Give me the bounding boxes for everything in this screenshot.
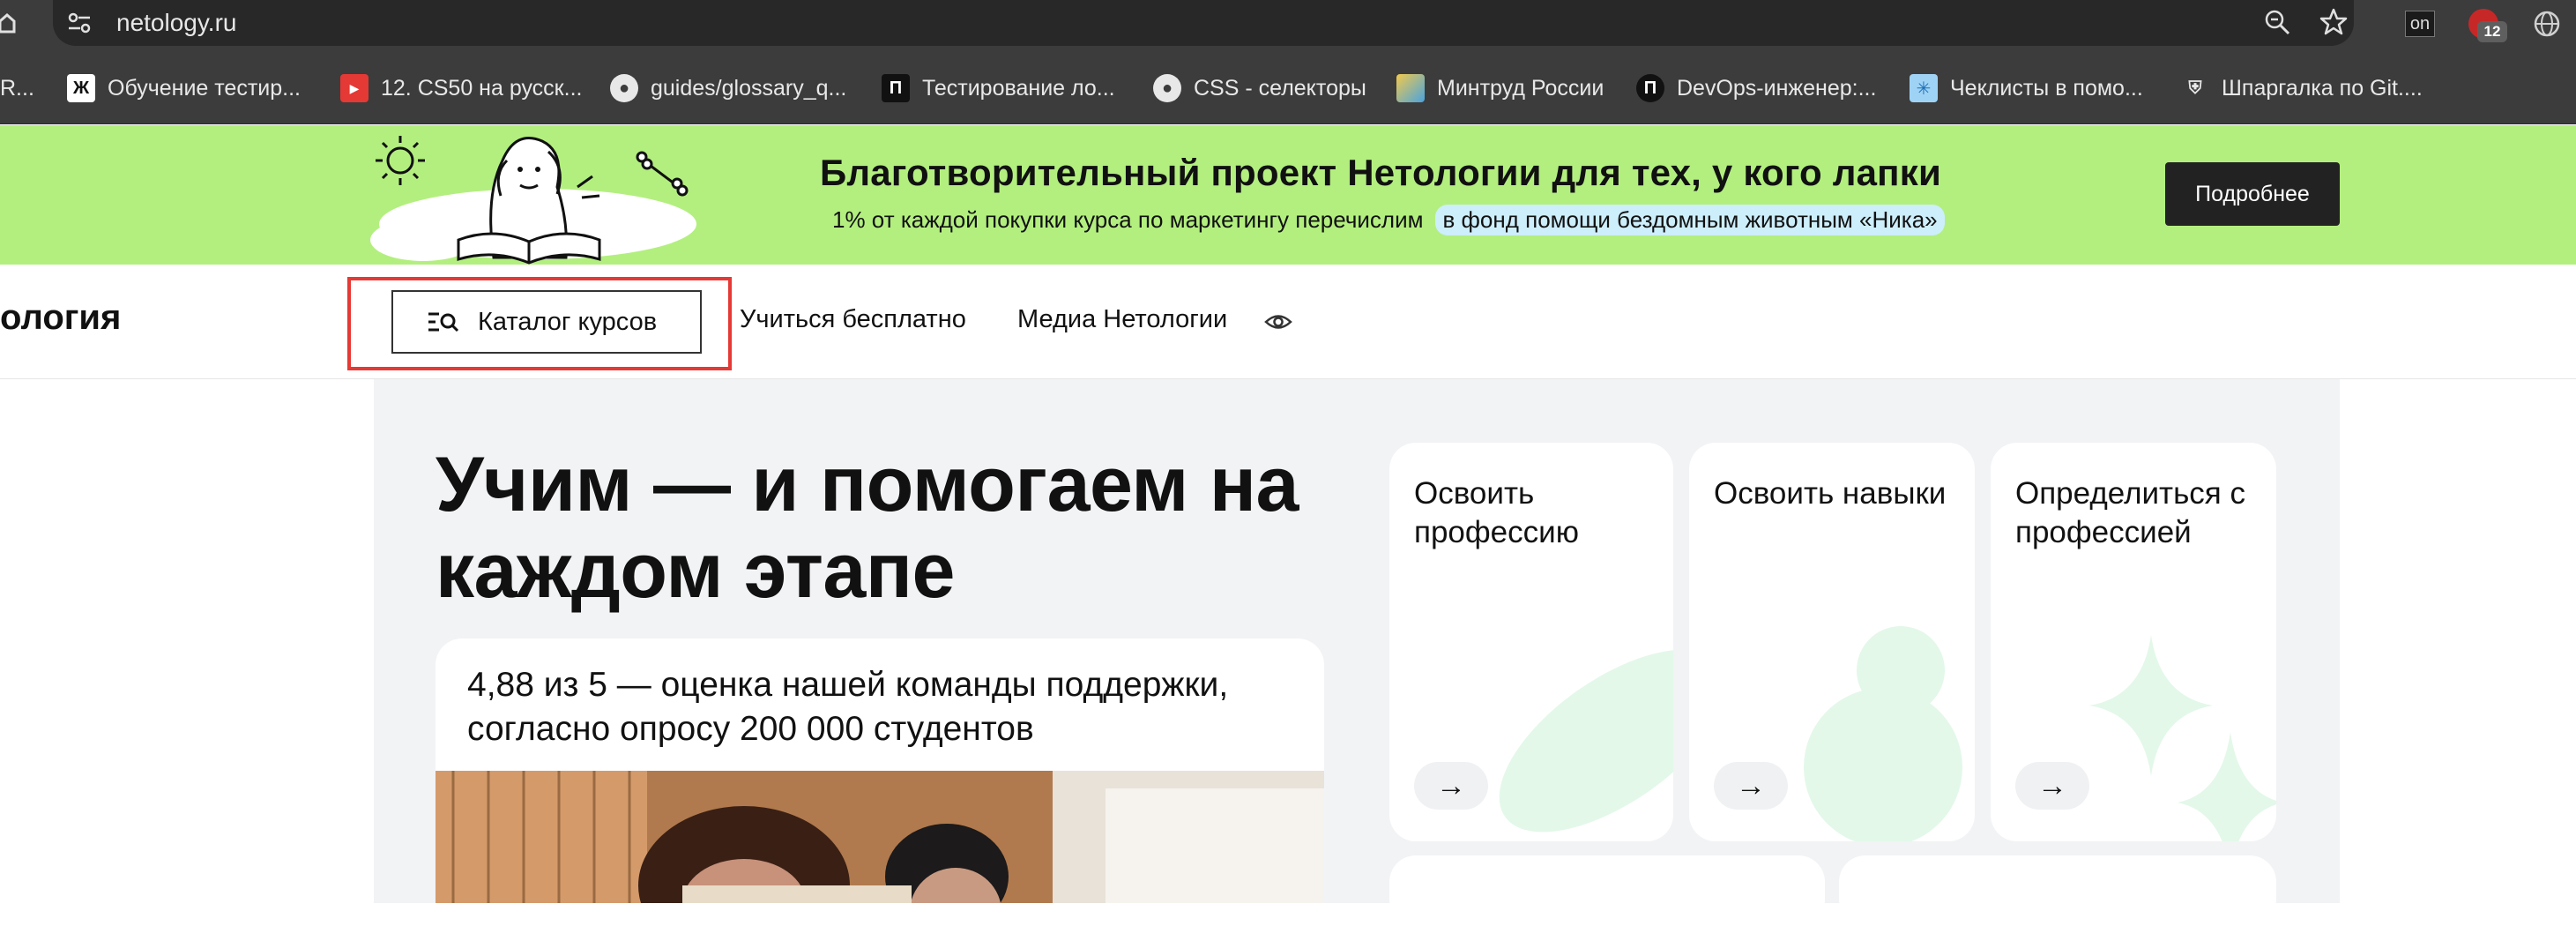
promo-highlight-link[interactable]: в фонд помощи бездомным животным «Ника» xyxy=(1435,205,1945,235)
promo-subtitle: 1% от каждой покупки курса по маркетингу… xyxy=(832,205,1945,235)
promo-title: Благотворительный проект Нетологии для т… xyxy=(820,152,1941,193)
promo-subtitle-text: 1% от каждой покупки курса по маркетингу… xyxy=(832,206,1424,233)
card-partial[interactable] xyxy=(1839,855,2276,926)
bookmark-item[interactable]: ⛨ Шпаргалка по Git.... xyxy=(2181,71,2423,106)
card-decoration xyxy=(1499,649,1673,833)
mintrud-icon xyxy=(1396,74,1425,102)
bookmark-item[interactable]: Ж Обучение тестир... xyxy=(67,71,301,106)
dog-reading-illustration xyxy=(370,136,696,265)
bookmark-favicon-icon: Ж xyxy=(67,74,95,102)
card-partial[interactable] xyxy=(1389,855,1825,926)
bookmark-favicon-icon: Π xyxy=(1636,74,1664,102)
catalog-button[interactable]: Каталог курсов xyxy=(391,290,702,354)
bookmark-star-icon[interactable] xyxy=(2319,7,2349,37)
bookmark-item[interactable]: ● guides/glossary_q... xyxy=(610,71,846,106)
globe-icon[interactable] xyxy=(2532,9,2562,39)
catalog-search-icon xyxy=(428,312,459,332)
bookmark-item[interactable]: Минтруд России xyxy=(1396,71,1604,106)
bookmark-item[interactable]: ▶ 12. CS50 на русск... xyxy=(340,71,582,106)
bookmark-item[interactable]: R... xyxy=(0,71,34,106)
card-title: Освоить навыки xyxy=(1714,476,1947,511)
home-icon[interactable] xyxy=(0,11,18,35)
catalog-button-label: Каталог курсов xyxy=(478,307,658,336)
bookmark-favicon-icon: ✳ xyxy=(1910,74,1938,102)
eye-icon[interactable] xyxy=(1264,309,1292,335)
zoom-icon[interactable] xyxy=(2262,7,2292,37)
bookmark-item[interactable]: Π Тестирование ло... xyxy=(882,71,1115,106)
address-bar[interactable] xyxy=(53,0,2354,46)
youtube-icon: ▶ xyxy=(340,74,369,102)
site-logo[interactable]: ология xyxy=(0,298,121,338)
card-title: Определиться с профессией xyxy=(2015,476,2245,549)
github-icon: ● xyxy=(610,74,638,102)
bookmark-item[interactable]: ● CSS - селекторы xyxy=(1153,71,1366,106)
bookmark-item[interactable]: ✳ Чеклисты в помо... xyxy=(1910,71,2143,106)
students-photo xyxy=(436,771,1324,903)
promo-more-button[interactable]: Подробнее xyxy=(2165,162,2340,226)
nav-free-learning[interactable]: Учиться бесплатно xyxy=(740,305,966,334)
shield-icon: ⛨ xyxy=(2188,78,2202,98)
card-title: Освоить профессию xyxy=(1414,476,1579,549)
bookmark-favicon-icon: Π xyxy=(882,74,910,102)
arrow-right-icon[interactable]: → xyxy=(2015,762,2089,810)
site-info-icon[interactable] xyxy=(65,9,93,37)
bookmark-item[interactable]: Π DevOps-инженер:... xyxy=(1636,71,1876,106)
github-icon: ● xyxy=(1153,74,1181,102)
arrow-right-icon[interactable]: → xyxy=(1714,762,1788,810)
extension-badge: 12 xyxy=(2477,21,2507,42)
card-decoration xyxy=(1804,626,1962,841)
extension-on[interactable]: on xyxy=(2405,11,2435,37)
hero-title: Учим — и помогаем на каждом этапе xyxy=(436,440,1299,614)
support-rating-text: 4,88 из 5 — оценка нашей команды поддерж… xyxy=(467,666,1229,748)
card-decoration xyxy=(2089,635,2276,841)
arrow-right-icon[interactable]: → xyxy=(1414,762,1488,810)
nav-media[interactable]: Медиа Нетологии xyxy=(1017,305,1227,334)
url-text[interactable]: netology.ru xyxy=(116,9,236,37)
